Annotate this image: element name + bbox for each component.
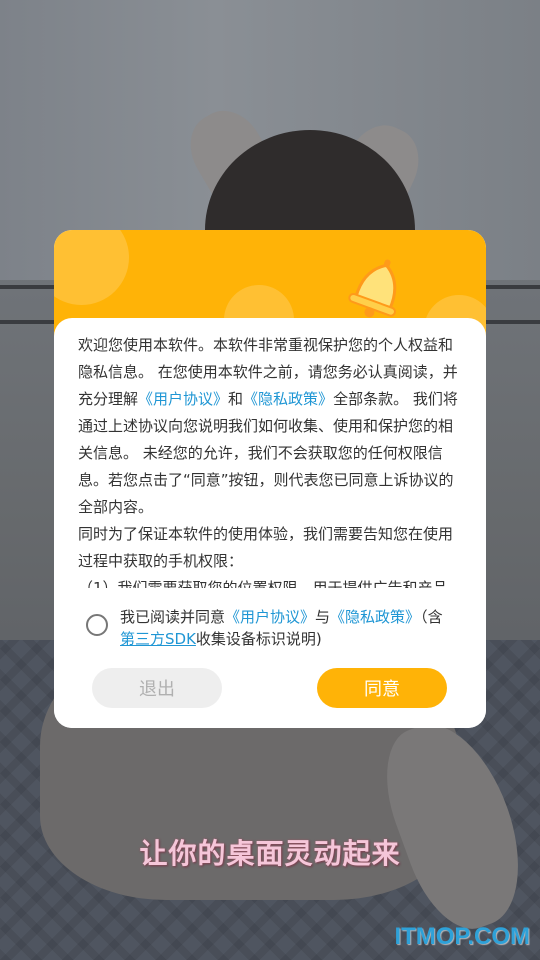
agreement-text-scroll[interactable]: 欢迎您使用本软件。本软件非常重视保护您的个人权益和隐私信息。 在您使用本软件之前…	[78, 332, 462, 588]
agreement-paragraph: 欢迎您使用本软件。本软件非常重视保护您的个人权益和隐私信息。 在您使用本软件之前…	[78, 332, 462, 521]
permission-intro-paragraph: 同时为了保证本软件的使用体验，我们需要告知您在使用过程中获取的手机权限：	[78, 525, 454, 570]
exit-button[interactable]: 退出	[92, 668, 222, 708]
slogan-text: 让你的桌面灵动起来	[139, 837, 401, 870]
bell-icon	[348, 259, 397, 318]
consent-row[interactable]: 我已阅读并同意《用户协议》与《隐私政策》（含第三方SDK收集设备标识说明)	[86, 606, 466, 650]
consent-radio-button[interactable]	[86, 614, 108, 636]
consent-text: 我已阅读并同意《用户协议》与《隐私政策》（含第三方SDK收集设备标识说明)	[120, 606, 466, 650]
privacy-dialog: 欢迎您使用本软件。本软件非常重视保护您的个人权益和隐私信息。 在您使用本软件之前…	[54, 230, 486, 728]
user-agreement-link[interactable]: 《用户协议》	[138, 390, 228, 408]
header-decoration	[54, 230, 129, 305]
watermark-text: ITMOP.COM	[394, 923, 530, 950]
third-party-sdk-link[interactable]: 第三方SDK	[120, 630, 196, 648]
consent-user-agreement-link[interactable]: 《用户协议》	[225, 608, 315, 626]
consent-prefix: 我已阅读并同意	[120, 608, 226, 626]
consent-and: 与	[315, 608, 331, 626]
agree-button[interactable]: 同意	[317, 668, 447, 708]
agreement-text: 全部条款。 我们将通过上述协议向您说明我们如何收集、使用和保护您的相关信息。 未…	[78, 390, 458, 516]
consent-privacy-policy-link[interactable]: 《隐私政策》	[330, 608, 420, 626]
agreement-text: 和	[228, 390, 244, 408]
location-permission-paragraph: （1）我们需要获取您的位置权限，用于提供广告和产品功	[78, 579, 448, 588]
dialog-body: 欢迎您使用本软件。本软件非常重视保护您的个人权益和隐私信息。 在您使用本软件之前…	[54, 318, 486, 728]
privacy-policy-link[interactable]: 《隐私政策》	[243, 390, 333, 408]
consent-suffix: 收集设备标识说明)	[195, 630, 322, 648]
consent-include: （含	[420, 608, 443, 626]
